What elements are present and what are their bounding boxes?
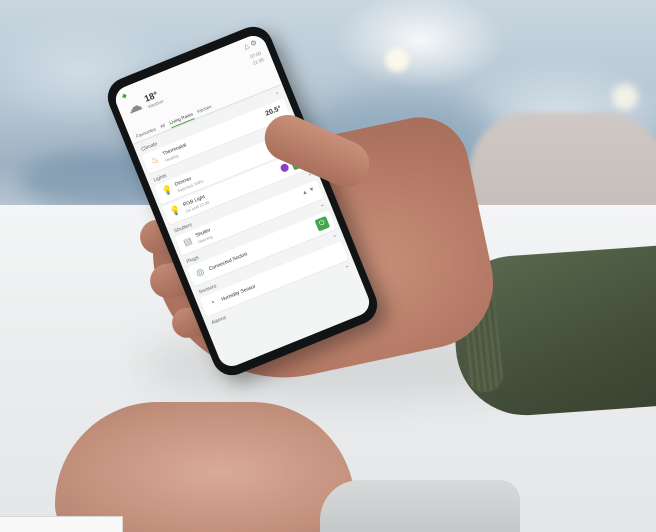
power-toggle-button[interactable]: ⏻ — [314, 215, 331, 232]
photo-scene: ◆ △ ⚙ ☁ 18° Weather 07:00 21:30 Favourit… — [0, 0, 656, 532]
tab-all[interactable]: All — [159, 121, 167, 132]
settings-icon[interactable]: ⚙ — [250, 39, 258, 48]
left-sleeve — [320, 480, 520, 532]
collapse-icon[interactable]: ⌃ — [345, 265, 351, 272]
collapse-icon[interactable]: ⌃ — [275, 91, 281, 98]
header-icons: △ ⚙ — [242, 38, 258, 51]
bokeh-light — [385, 48, 409, 72]
bulb-icon: 💡 — [168, 204, 183, 218]
shutter-down-icon[interactable]: ▼ — [308, 186, 316, 194]
cloud-sun-icon: ☁ — [124, 96, 145, 118]
bokeh-light — [612, 84, 638, 110]
app-logo: ◆ — [121, 92, 128, 101]
shutter-icon: ▤ — [181, 235, 194, 248]
corner-tab — [0, 516, 123, 532]
socket-icon: ◎ — [194, 265, 206, 279]
collapse-icon[interactable]: ⌃ — [332, 234, 338, 241]
alarm-icon[interactable]: △ — [243, 42, 251, 51]
shutter-controls: ▲ ▼ — [301, 186, 316, 197]
sensor-icon: ◔ — [208, 297, 217, 309]
collapse-icon[interactable]: ⌃ — [320, 204, 326, 211]
flame-icon: ♨ — [149, 153, 161, 167]
left-hand — [55, 402, 355, 532]
bulb-icon: 💡 — [160, 183, 175, 198]
sun-times: 07:00 21:30 — [249, 50, 265, 67]
color-picker-dot[interactable] — [279, 162, 290, 174]
section-title-label: Alarms — [210, 314, 228, 327]
shutter-up-icon[interactable]: ▲ — [301, 189, 309, 197]
